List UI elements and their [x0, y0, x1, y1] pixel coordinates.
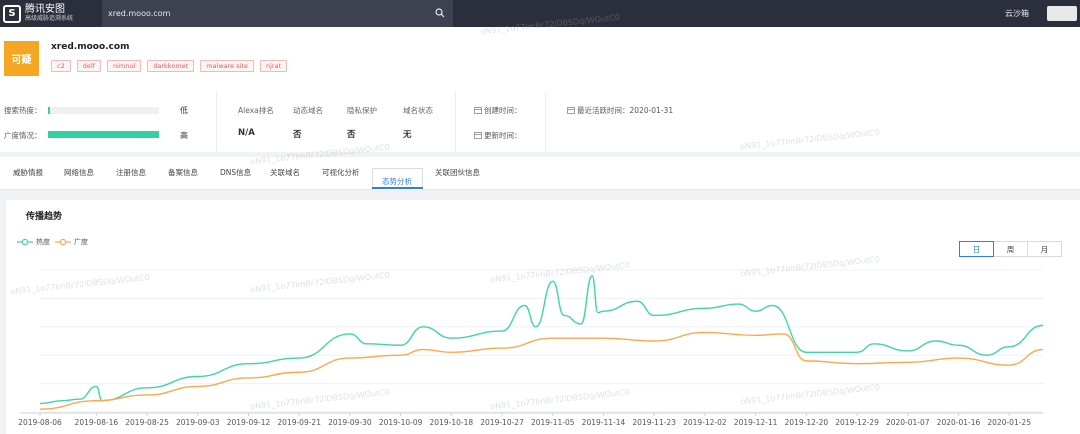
search-icon[interactable] — [435, 8, 445, 18]
granularity-switch: 日 周 月 — [959, 241, 1062, 257]
tag-list: c2 delf nimnul darkkomet malware site nj… — [51, 60, 288, 72]
tag: malware site — [200, 60, 254, 72]
brand-logo-icon: S — [3, 4, 21, 23]
series-line-breadth — [39, 331, 1044, 410]
legend-item-heat[interactable]: 热度 — [17, 237, 50, 247]
x-tick-label: 2019-12-20 — [785, 418, 829, 427]
divider — [216, 91, 217, 152]
x-tick-label: 2020-01-25 — [987, 418, 1031, 427]
tab-visual-analysis[interactable]: 可视化分析 — [322, 167, 360, 178]
updated-time-label: 更新时间： — [484, 131, 522, 140]
x-tick-label: 2019-09-30 — [328, 418, 372, 427]
tab-situation-analysis-label[interactable]: 态势分析 — [382, 176, 412, 187]
brand-text: 腾讯安图 高级威胁追溯系统 — [25, 4, 73, 23]
spread-bar-fill — [48, 131, 159, 138]
search-box — [102, 0, 453, 27]
week-button[interactable]: 周 — [993, 241, 1028, 257]
verdict-badge: 可疑 — [4, 41, 39, 76]
tag: nimnul — [106, 60, 142, 72]
x-tick-label: 2019-12-11 — [734, 418, 778, 427]
brand-name: 腾讯安图 — [25, 4, 65, 15]
domain-status-label: 域名状态 — [403, 106, 433, 115]
alexa-rank-label: Alexa排名 — [238, 106, 274, 115]
tab-filing-info[interactable]: 备案信息 — [168, 167, 198, 178]
active-tab-indicator — [372, 187, 423, 189]
tag: njrat — [259, 60, 288, 72]
month-button[interactable]: 月 — [1027, 241, 1062, 257]
spread-label: 广度情况： — [4, 131, 42, 140]
x-tick-label: 2020-01-07 — [886, 418, 930, 427]
domain-status-value: 无 — [403, 130, 412, 140]
x-tick-label: 2019-09-03 — [176, 418, 220, 427]
brand[interactable]: S 腾讯安图 高级威胁追溯系统 — [3, 2, 73, 25]
search-heat-label: 搜索热度： — [4, 106, 42, 115]
spread-level: 高 — [180, 131, 188, 140]
trend-chart: 2019-08-06 2019-08-16 2019-08-25 2019-09-03… — [18, 269, 1044, 427]
search-heat-level: 低 — [180, 106, 188, 115]
day-button[interactable]: 日 — [959, 241, 994, 257]
user-name[interactable]: 云沙箱 — [1005, 8, 1029, 19]
tab-bar: 威胁情报 网络信息 注册信息 备案信息 DNS信息 关联域名 可视化分析 关联团… — [0, 157, 1080, 190]
x-tick-label: 2019-11-14 — [582, 418, 626, 427]
x-tick-label: 2019-10-27 — [480, 418, 524, 427]
x-tick-label: 2019-10-09 — [379, 418, 423, 427]
x-tick-label: 2019-11-05 — [531, 418, 575, 427]
tab-related-domains[interactable]: 关联域名 — [270, 167, 300, 178]
privacy-label: 隐私保护 — [347, 106, 377, 115]
created-time-label: 创建时间： — [484, 106, 522, 115]
tab-related-groups[interactable]: 关联团伙信息 — [435, 167, 480, 178]
calendar-icon — [474, 132, 482, 139]
brand-subtitle: 高级威胁追溯系统 — [25, 15, 74, 22]
tab-threat-intel[interactable]: 威胁情报 — [13, 167, 43, 178]
calendar-icon — [474, 107, 482, 114]
x-tick-label: 2020-01-16 — [937, 418, 981, 427]
dynamic-domain-value: 否 — [293, 130, 302, 140]
search-heat-bar — [48, 107, 159, 114]
x-tick-label: 2019-12-02 — [683, 418, 727, 427]
x-tick-label: 2019-11-23 — [632, 418, 676, 427]
x-tick-label: 2019-09-12 — [227, 418, 271, 427]
x-tick-label: 2019-10-18 — [430, 418, 474, 427]
x-tick-label: 2019-08-16 — [75, 418, 119, 427]
legend-label: 广度 — [74, 238, 88, 246]
calendar-icon — [567, 107, 575, 114]
dynamic-domain-label: 动态域名 — [293, 106, 323, 115]
legend-line-icon — [55, 238, 71, 246]
stats-row: 搜索热度： 低 广度情况： 高 Alexa排名 N/A 动态域名 否 隐私保护 … — [0, 91, 1080, 152]
x-tick-label: 2019-08-25 — [125, 418, 169, 427]
panel-title: 传播趋势 — [26, 212, 63, 222]
x-tick-label: 2019-09-21 — [277, 418, 321, 427]
divider — [455, 91, 456, 152]
tab-network-info[interactable]: 网络信息 — [64, 167, 94, 178]
tag: delf — [76, 60, 101, 72]
privacy-value: 否 — [347, 130, 356, 140]
legend-line-icon — [17, 238, 33, 246]
divider — [545, 91, 546, 152]
top-bar: S 腾讯安图 高级威胁追溯系统 云沙箱 — [0, 0, 1080, 27]
spread-bar — [48, 131, 159, 138]
alexa-rank-value: N/A — [238, 128, 255, 138]
x-tick-label: 2019-12-29 — [835, 418, 879, 427]
domain-title: xred.mooo.com — [51, 42, 130, 52]
x-tick-label: 2019-08-06 — [18, 418, 62, 427]
tab-dns-info[interactable]: DNS信息 — [220, 167, 251, 178]
tag: c2 — [51, 60, 71, 72]
chart-legend: 热度 广度 — [17, 237, 88, 247]
search-input[interactable] — [102, 9, 422, 18]
last-active-time: 最近活跃时间：2020-01-31 — [577, 106, 674, 115]
tag: darkkomet — [147, 60, 195, 72]
avatar[interactable] — [1047, 6, 1077, 21]
search-heat-bar-fill — [48, 107, 51, 114]
legend-item-breadth[interactable]: 广度 — [55, 237, 88, 247]
tab-registration-info[interactable]: 注册信息 — [116, 167, 146, 178]
domain-summary-card: 可疑 xred.mooo.com c2 delf nimnul darkkome… — [0, 27, 1080, 152]
legend-label: 热度 — [36, 238, 50, 246]
